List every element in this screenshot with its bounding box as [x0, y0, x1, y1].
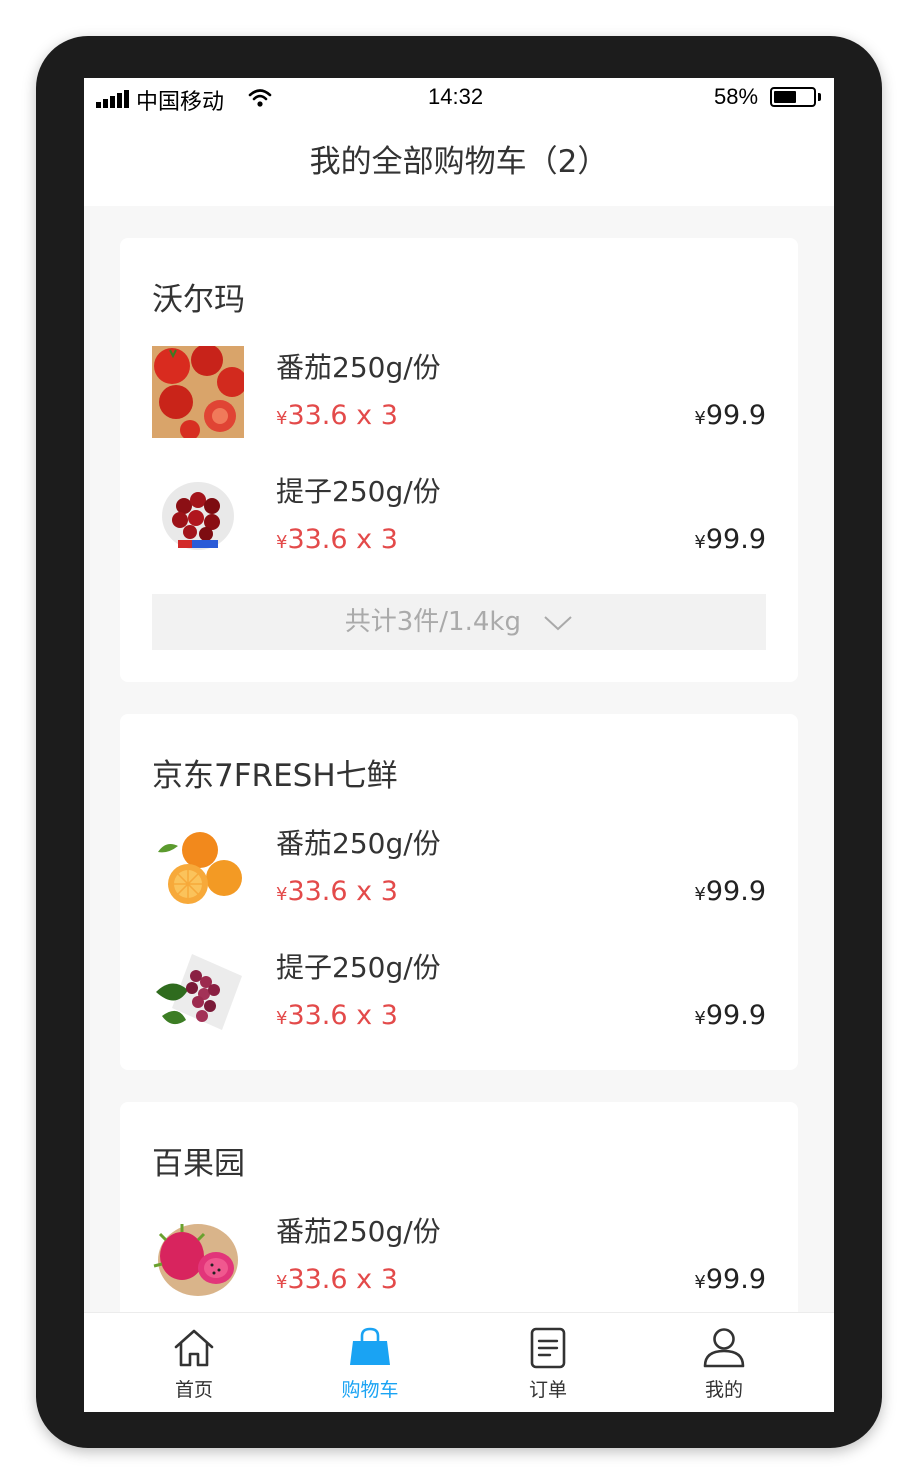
shopping-bag-icon — [350, 1327, 390, 1365]
cart-item[interactable]: 提子250g/份 ¥33.6 x 3 ¥99.9 — [152, 946, 766, 1042]
tab-home[interactable]: 首页 — [114, 1313, 274, 1412]
tab-cart[interactable]: 购物车 — [290, 1313, 450, 1412]
tab-label: 购物车 — [341, 1379, 399, 1401]
cart-item[interactable]: 提子250g/份 ¥33.6 x 3 ¥99.9 — [152, 470, 766, 566]
item-name: 提子250g/份 — [276, 951, 441, 984]
store-card-walmart: 沃尔玛 番茄250g/份 ¥33.6 x 3 ¥99.9 提子250g/份 ¥3… — [120, 238, 798, 682]
cherry-image — [152, 470, 244, 562]
store-card-7fresh: 京东7FRESH七鲜 番茄250g/份 ¥33.6 x 3 ¥99.9 提子25… — [120, 714, 798, 1070]
cart-list[interactable]: 沃尔玛 番茄250g/份 ¥33.6 x 3 ¥99.9 提子250g/份 ¥3… — [84, 206, 834, 1312]
battery-percentage: 58% — [714, 84, 759, 109]
item-name: 番茄250g/份 — [276, 827, 441, 860]
item-total-price: ¥99.9 — [694, 524, 766, 555]
item-total-price: ¥99.9 — [694, 1000, 766, 1031]
orange-image — [152, 822, 244, 914]
item-total-price: ¥99.9 — [694, 1264, 766, 1295]
item-total-price: ¥99.9 — [694, 400, 766, 431]
screen: 中国移动 14:32 58% 我的全部购物车（2） 沃尔玛 番茄250g/份 ¥… — [84, 78, 834, 1412]
cart-item[interactable]: 番茄250g/份 ¥33.6 x 3 ¥99.9 — [152, 346, 766, 442]
user-icon — [703, 1328, 745, 1368]
item-unit-price: ¥33.6 x 3 — [276, 524, 398, 555]
tab-orders[interactable]: 订单 — [468, 1313, 628, 1412]
signal-icon — [96, 90, 130, 108]
tab-label: 我的 — [704, 1379, 743, 1401]
item-unit-price: ¥33.6 x 3 — [276, 876, 398, 907]
summary-text: 共计3件/1.4kg — [344, 607, 521, 637]
item-unit-price: ¥33.6 x 3 — [276, 1264, 398, 1295]
tab-label: 订单 — [528, 1379, 567, 1401]
order-icon — [530, 1327, 566, 1369]
store-name: 沃尔玛 — [152, 282, 245, 318]
tab-label: 首页 — [174, 1379, 213, 1401]
item-total-price: ¥99.9 — [694, 876, 766, 907]
wifi-icon — [248, 89, 272, 107]
item-name: 番茄250g/份 — [276, 1215, 441, 1248]
page-title: 我的全部购物车（2） — [84, 118, 834, 206]
grape-image — [152, 946, 244, 1038]
summary-toggle[interactable]: 共计3件/1.4kg — [152, 594, 766, 650]
status-bar: 中国移动 14:32 58% — [84, 78, 834, 118]
store-name: 百果园 — [152, 1146, 245, 1182]
tab-bar: 首页 购物车 订单 我的 — [84, 1312, 834, 1412]
battery-icon — [770, 87, 816, 107]
status-time: 14:32 — [428, 84, 484, 109]
item-name: 提子250g/份 — [276, 475, 441, 508]
tab-profile[interactable]: 我的 — [644, 1313, 804, 1412]
item-unit-price: ¥33.6 x 3 — [276, 1000, 398, 1031]
cart-item[interactable]: 番茄250g/份 ¥33.6 x 3 ¥99.9 — [152, 1210, 766, 1306]
dragonfruit-image — [152, 1210, 244, 1302]
store-name: 京东7FRESH七鲜 — [152, 758, 398, 794]
cart-item[interactable]: 番茄250g/份 ¥33.6 x 3 ¥99.9 — [152, 822, 766, 918]
tomato-image — [152, 346, 244, 438]
store-card-pagoda: 百果园 番茄250g/份 ¥33.6 x 3 ¥99.9 — [120, 1102, 798, 1312]
item-name: 番茄250g/份 — [276, 351, 441, 384]
carrier-name: 中国移动 — [136, 89, 225, 114]
chevron-down-icon — [544, 615, 572, 630]
home-icon — [174, 1329, 214, 1367]
item-unit-price: ¥33.6 x 3 — [276, 400, 398, 431]
